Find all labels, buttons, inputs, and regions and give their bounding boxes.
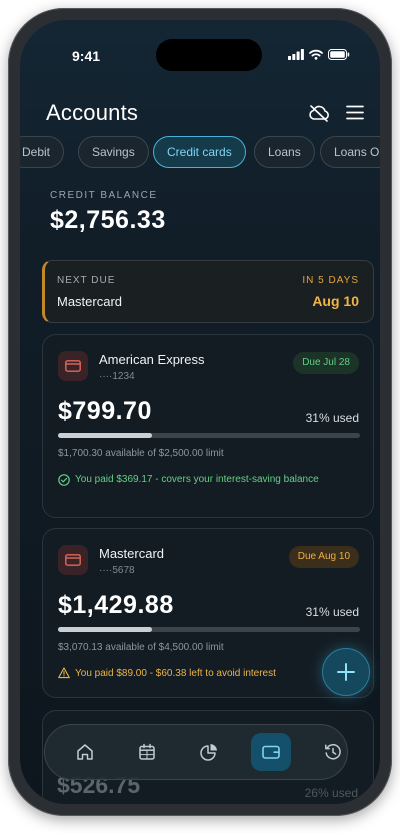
tab-debit[interactable]: Debit — [20, 136, 65, 168]
nav-home[interactable] — [65, 733, 105, 771]
pie-chart-icon — [200, 744, 217, 761]
card-used-percent: 26% used — [304, 786, 358, 800]
tab-loans[interactable]: Loans — [254, 136, 315, 168]
nav-calendar[interactable] — [127, 733, 167, 771]
phone-frame: 9:41 Accounts Debit Savings Credit cards… — [8, 8, 392, 816]
home-icon — [77, 744, 93, 760]
cloud-off-icon[interactable] — [308, 104, 330, 122]
payment-note-text: You paid $89.00 - $60.38 left to avoid i… — [75, 668, 276, 679]
tab-savings[interactable]: Savings — [78, 136, 149, 168]
card-available: $1,700.30 available of $2,500.00 limit — [58, 448, 224, 459]
bottom-nav — [44, 724, 348, 780]
next-due-label: NEXT DUE — [57, 275, 116, 286]
check-circle-icon — [58, 474, 70, 486]
app-screen: 9:41 Accounts Debit Savings Credit cards… — [20, 20, 380, 804]
credit-card-item[interactable]: American Express ····1234 Due Jul 28 $79… — [42, 334, 374, 518]
card-balance: $799.70 — [58, 397, 152, 425]
status-icons — [288, 49, 350, 60]
dynamic-island — [156, 39, 262, 71]
due-badge: Due Jul 28 — [293, 352, 359, 374]
usage-bar-fill — [58, 433, 152, 438]
warning-icon — [58, 667, 70, 679]
calendar-icon — [139, 743, 155, 760]
tab-credit-cards[interactable]: Credit cards — [153, 136, 246, 168]
card-number: ····1234 — [99, 371, 135, 382]
usage-bar — [58, 627, 360, 632]
next-due-days: IN 5 DAYS — [302, 275, 359, 286]
nav-wallet[interactable] — [251, 733, 291, 771]
card-available: $3,070.13 available of $4,500.00 limit — [58, 642, 224, 653]
page-title: Accounts — [46, 100, 139, 125]
card-number: ····5678 — [99, 565, 135, 576]
plus-icon — [337, 663, 355, 681]
history-icon — [325, 744, 341, 760]
status-time: 9:41 — [72, 48, 101, 64]
menu-icon[interactable] — [346, 105, 364, 120]
payment-note: You paid $369.17 - covers your interest-… — [58, 472, 358, 487]
next-due-banner[interactable]: NEXT DUE Mastercard IN 5 DAYS Aug 10 — [42, 260, 374, 323]
add-account-button[interactable] — [322, 648, 370, 696]
usage-bar-fill — [58, 627, 152, 632]
wallet-icon — [262, 745, 280, 759]
card-used-percent: 31% used — [305, 411, 359, 425]
card-name: American Express — [99, 352, 205, 367]
usage-bar — [58, 433, 360, 438]
payment-note-text: You paid $369.17 - covers your interest-… — [75, 474, 319, 485]
credit-balance-value: $2,756.33 — [50, 206, 166, 234]
credit-balance-label: CREDIT BALANCE — [50, 190, 158, 201]
next-due-card-name: Mastercard — [57, 294, 123, 309]
battery-icon — [328, 49, 350, 60]
payment-note: You paid $89.00 - $60.38 left to avoid i… — [58, 666, 358, 681]
credit-card-icon — [58, 545, 88, 575]
tab-loans-out[interactable]: Loans Ou — [320, 136, 380, 168]
wifi-icon — [309, 49, 323, 60]
card-balance: $1,429.88 — [58, 591, 174, 619]
due-badge: Due Aug 10 — [288, 546, 359, 568]
nav-insights[interactable] — [189, 733, 229, 771]
card-name: Mastercard — [99, 546, 165, 561]
next-due-date: Aug 10 — [312, 293, 359, 309]
card-used-percent: 31% used — [305, 605, 359, 619]
nav-history[interactable] — [313, 733, 353, 771]
signal-icon — [288, 49, 304, 60]
account-type-tabs: Debit Savings Credit cards Loans Loans O… — [20, 136, 380, 170]
credit-card-icon — [58, 351, 88, 381]
